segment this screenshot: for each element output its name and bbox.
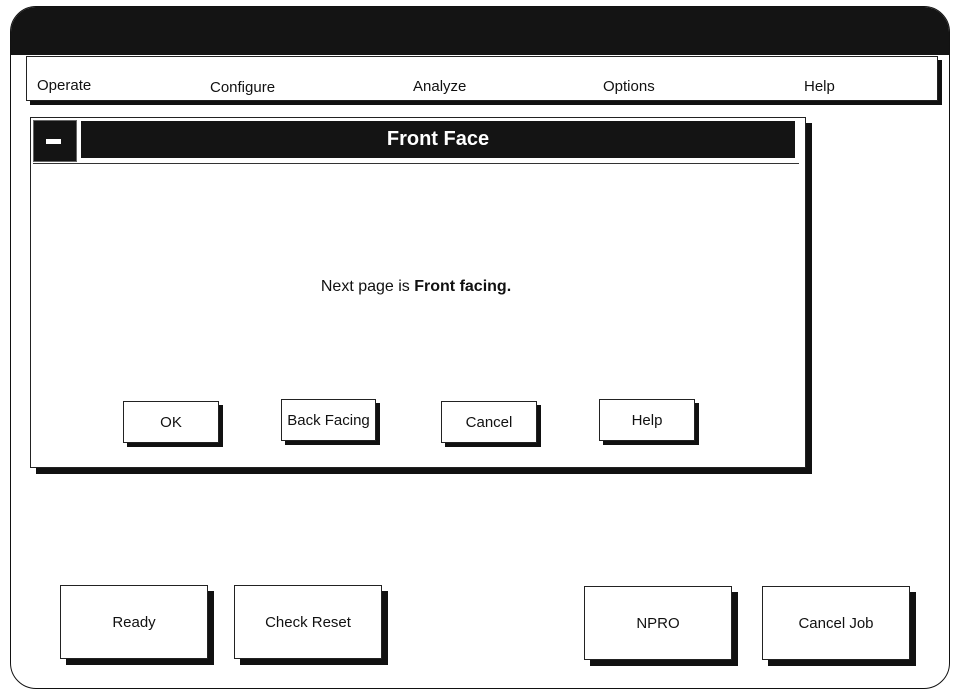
cancel-button[interactable]: Cancel xyxy=(441,401,537,443)
menu-analyze[interactable]: Analyze xyxy=(413,78,466,95)
ready-button[interactable]: Ready xyxy=(60,585,208,659)
menu-bar: Operate Configure Analyze Options Help xyxy=(26,56,938,101)
dialog-title: Front Face xyxy=(81,121,795,158)
window-title-bar[interactable] xyxy=(11,7,949,55)
menu-options[interactable]: Options xyxy=(603,78,655,95)
dialog-title-divider xyxy=(33,163,799,164)
front-face-dialog: Front Face Next page is Front facing. OK… xyxy=(30,117,806,468)
check-reset-button[interactable]: Check Reset xyxy=(234,585,382,659)
back-facing-button[interactable]: Back Facing xyxy=(281,399,376,441)
menu-help[interactable]: Help xyxy=(804,78,835,95)
dialog-system-menu-button[interactable] xyxy=(33,120,77,162)
message-bold: Front facing. xyxy=(414,278,512,295)
message-prefix: Next page is xyxy=(320,278,410,295)
ok-button[interactable]: OK xyxy=(123,401,219,443)
menu-configure[interactable]: Configure xyxy=(210,79,275,96)
help-button[interactable]: Help xyxy=(599,399,695,441)
minus-icon xyxy=(46,139,61,144)
npro-button[interactable]: NPRO xyxy=(584,586,732,660)
menu-operate[interactable]: Operate xyxy=(37,77,91,94)
dialog-message: Next page is Front facing. xyxy=(31,278,801,296)
cancel-job-button[interactable]: Cancel Job xyxy=(762,586,910,660)
